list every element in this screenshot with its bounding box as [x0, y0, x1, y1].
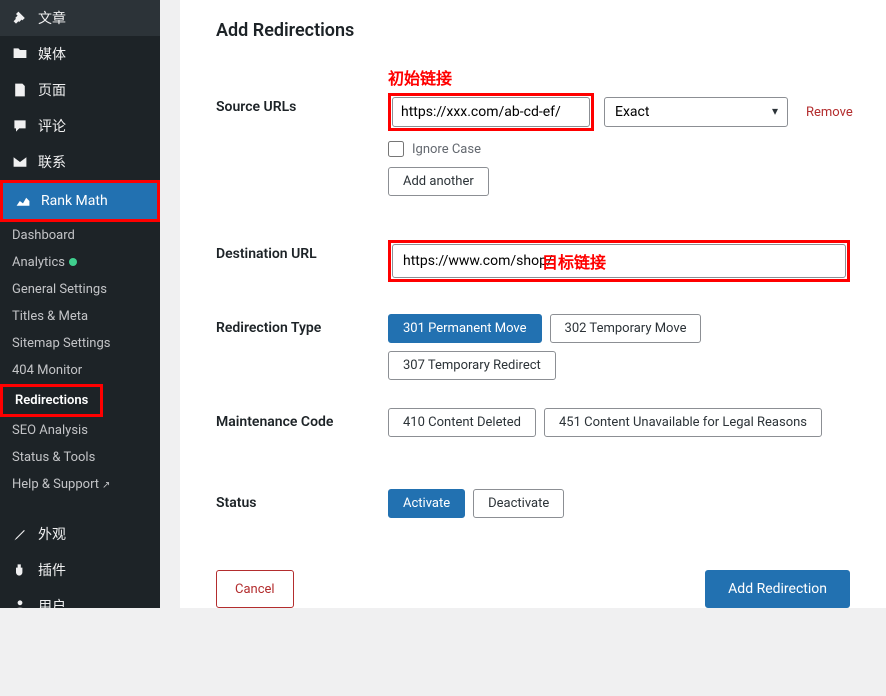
comment-icon	[10, 116, 30, 136]
submenu-general-settings[interactable]: General Settings	[0, 276, 160, 303]
sidebar-item-contact[interactable]: 联系	[0, 144, 160, 180]
main-content: Add Redirections 初始链接 Source URLs Exact …	[180, 0, 886, 608]
sidebar-item-media[interactable]: 媒体	[0, 36, 160, 72]
media-icon	[10, 44, 30, 64]
sidebar-item-label: 插件	[38, 560, 66, 580]
type-307-button[interactable]: 307 Temporary Redirect	[388, 351, 556, 380]
sidebar-item-label: 页面	[38, 80, 66, 100]
sidebar-item-label: Rank Math	[41, 193, 108, 209]
mail-icon	[10, 152, 30, 172]
brush-icon	[10, 524, 30, 544]
sliders-icon	[10, 668, 30, 688]
add-redirection-button[interactable]: Add Redirection	[705, 570, 850, 608]
label-destination-url: Destination URL	[216, 240, 388, 262]
submenu-help-support[interactable]: Help & Support↗	[0, 471, 160, 498]
status-activate-button[interactable]: Activate	[388, 489, 465, 518]
row-destination-url: Destination URL 目标链接	[216, 240, 850, 282]
plug-icon	[10, 560, 30, 580]
add-another-button[interactable]: Add another	[388, 167, 489, 196]
sidebar-item-tools[interactable]: 工具	[0, 624, 160, 660]
label-redirection-type: Redirection Type	[216, 314, 388, 336]
external-link-icon: ↗	[102, 480, 110, 491]
sidebar-item-settings[interactable]: 设置	[0, 660, 160, 696]
source-url-input[interactable]	[392, 97, 590, 127]
submenu-seo-analysis[interactable]: SEO Analysis	[0, 417, 160, 444]
row-status: Status Activate Deactivate	[216, 489, 850, 518]
sidebar-item-label: 评论	[38, 116, 66, 136]
ignore-case-label: Ignore Case	[412, 142, 481, 157]
sidebar-item-appearance[interactable]: 外观	[0, 516, 160, 552]
sidebar-item-label: 文章	[38, 8, 66, 28]
user-icon	[10, 596, 30, 616]
type-301-button[interactable]: 301 Permanent Move	[388, 314, 542, 343]
status-dot-icon	[69, 258, 77, 266]
submenu-404-monitor[interactable]: 404 Monitor	[0, 357, 160, 384]
sidebar-item-users[interactable]: 用户	[0, 588, 160, 624]
submenu-titles-meta[interactable]: Titles & Meta	[0, 303, 160, 330]
admin-sidebar: 文章 媒体 页面 评论 联系 Rank Math Dashboard Analy…	[0, 0, 160, 608]
label-source-urls: Source URLs	[216, 93, 388, 115]
pin-icon	[10, 8, 30, 28]
row-maintenance-code: Maintenance Code 410 Content Deleted 451…	[216, 408, 850, 437]
label-status: Status	[216, 489, 388, 511]
sidebar-item-pages[interactable]: 页面	[0, 72, 160, 108]
sidebar-item-label: 媒体	[38, 44, 66, 64]
submenu-dashboard[interactable]: Dashboard	[0, 222, 160, 249]
submenu-sitemap[interactable]: Sitemap Settings	[0, 330, 160, 357]
remove-source-link[interactable]: Remove	[806, 105, 853, 120]
row-redirection-type: Redirection Type 301 Permanent Move 302 …	[216, 314, 850, 380]
form-footer: Cancel Add Redirection	[180, 554, 886, 608]
page-icon	[10, 80, 30, 100]
row-source-urls: Source URLs Exact Remove Ignore Case	[216, 93, 850, 196]
code-451-button[interactable]: 451 Content Unavailable for Legal Reason…	[544, 408, 822, 437]
wrench-icon	[10, 632, 30, 652]
sidebar-item-label: 联系	[38, 152, 66, 172]
sidebar-item-label: 设置	[38, 668, 66, 688]
page-title: Add Redirections	[216, 20, 850, 41]
chart-icon	[13, 191, 33, 211]
submenu-redirections[interactable]: Redirections	[0, 384, 103, 417]
highlight-source-input	[388, 93, 594, 131]
sidebar-item-comments[interactable]: 评论	[0, 108, 160, 144]
submenu-status-tools[interactable]: Status & Tools	[0, 444, 160, 471]
annotation-source: 初始链接	[388, 69, 452, 88]
cancel-button[interactable]: Cancel	[216, 570, 294, 608]
highlight-destination-input: 目标链接	[388, 240, 850, 282]
sidebar-item-plugins[interactable]: 插件	[0, 552, 160, 588]
sidebar-item-label: 工具	[38, 632, 66, 652]
status-deactivate-button[interactable]: Deactivate	[473, 489, 564, 518]
label-maintenance-code: Maintenance Code	[216, 408, 388, 430]
type-302-button[interactable]: 302 Temporary Move	[550, 314, 702, 343]
sidebar-item-label: 外观	[38, 524, 66, 544]
destination-url-input[interactable]	[392, 244, 846, 278]
ignore-case-checkbox[interactable]	[388, 141, 404, 157]
sidebar-item-label: 用户	[38, 596, 66, 616]
sidebar-item-posts[interactable]: 文章	[0, 0, 160, 36]
match-type-select[interactable]: Exact	[604, 97, 788, 127]
code-410-button[interactable]: 410 Content Deleted	[388, 408, 536, 437]
sidebar-item-rankmath[interactable]: Rank Math	[0, 180, 160, 222]
submenu-analytics[interactable]: Analytics	[0, 249, 160, 276]
